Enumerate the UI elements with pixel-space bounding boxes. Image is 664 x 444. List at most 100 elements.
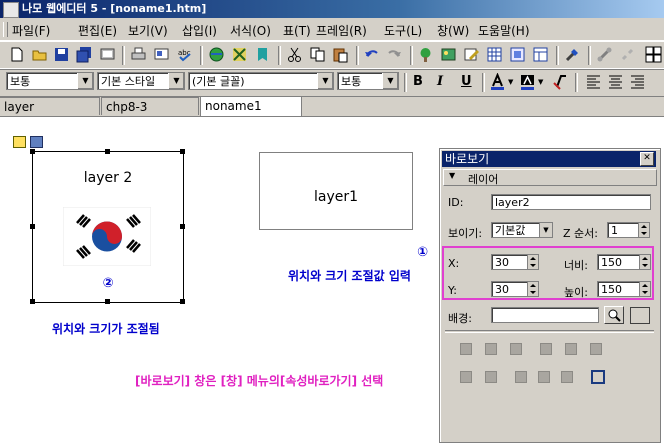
menu-frame[interactable]: 프레임(R)	[316, 22, 367, 39]
align-right-icon[interactable]	[629, 73, 646, 90]
grid-icon[interactable]	[645, 46, 662, 63]
resize-handle[interactable]	[105, 149, 110, 154]
font-size-select[interactable]: 보통 ▼	[337, 72, 399, 90]
link-icon[interactable]	[596, 46, 613, 63]
tab-chp8-3[interactable]: chp8-3	[101, 97, 199, 115]
print-icon[interactable]	[130, 46, 147, 63]
paste-icon[interactable]	[332, 46, 349, 63]
chevron-down-icon[interactable]: ▼	[538, 78, 543, 86]
insert-image-icon[interactable]	[440, 46, 457, 63]
spellcheck-icon[interactable]: abc	[176, 46, 193, 63]
bookmark-icon[interactable]	[254, 46, 271, 63]
browse-image-button[interactable]	[604, 306, 624, 324]
width-input[interactable]: 150	[597, 254, 651, 270]
height-input[interactable]: 150	[597, 281, 651, 297]
new-file-icon[interactable]	[8, 46, 25, 63]
distribute-horizontal-icon[interactable]	[460, 371, 472, 383]
menu-insert[interactable]: 삽입(I)	[182, 22, 217, 39]
chevron-down-icon[interactable]: ▼	[449, 171, 455, 180]
resize-handle[interactable]	[30, 149, 35, 154]
menu-help[interactable]: 도움말(H)	[478, 22, 530, 39]
insert-frame-icon[interactable]	[532, 46, 549, 63]
same-width-icon[interactable]	[515, 371, 527, 383]
open-folder-icon[interactable]	[31, 46, 48, 63]
visibility-select[interactable]: 기본값 ▼	[491, 222, 553, 238]
same-size-icon[interactable]	[561, 371, 573, 383]
align-horizontal-center-icon[interactable]	[510, 343, 522, 355]
preview-icon[interactable]	[153, 46, 170, 63]
background-input[interactable]	[491, 307, 599, 323]
align-center-icon[interactable]	[607, 73, 624, 90]
site-manager-icon[interactable]	[417, 46, 434, 63]
font-select[interactable]: (기본 글꼴) ▼	[188, 72, 334, 90]
properties-tool-icon[interactable]	[564, 46, 581, 63]
image-tool-icon[interactable]	[231, 46, 248, 63]
layer1-box[interactable]: layer1	[259, 152, 413, 230]
save-all-icon[interactable]	[76, 46, 93, 63]
menu-table[interactable]: 표(T)	[283, 22, 311, 39]
resize-handle[interactable]	[30, 299, 35, 304]
underline-button[interactable]: U	[461, 74, 472, 89]
align-right-edges-icon[interactable]	[485, 343, 497, 355]
spinner-icon[interactable]	[527, 282, 538, 296]
same-height-icon[interactable]	[538, 371, 550, 383]
menu-tools[interactable]: 도구(L)	[384, 22, 422, 39]
align-bottom-edges-icon[interactable]	[565, 343, 577, 355]
paragraph-format-select[interactable]: 보통 ▼	[6, 72, 94, 90]
edit-pen-icon[interactable]	[463, 46, 480, 63]
fit-layer-icon[interactable]	[591, 370, 605, 384]
bold-button[interactable]: B	[413, 74, 423, 89]
resize-handle[interactable]	[180, 224, 185, 229]
spinner-icon[interactable]	[639, 255, 650, 269]
chevron-down-icon[interactable]: ▼	[77, 73, 93, 89]
panel-section-header[interactable]: ▼ 레이어	[443, 169, 657, 186]
id-input[interactable]: layer2	[491, 194, 651, 210]
insert-table-icon[interactable]	[486, 46, 503, 63]
undo-icon[interactable]	[363, 46, 380, 63]
chevron-down-icon[interactable]: ▼	[382, 73, 398, 89]
tab-layer[interactable]: layer	[0, 97, 100, 115]
background-color-swatch[interactable]	[630, 307, 650, 324]
align-left-icon[interactable]	[585, 73, 602, 90]
chevron-down-icon[interactable]: ▼	[317, 73, 333, 89]
publish-icon[interactable]	[99, 46, 116, 63]
copy-icon[interactable]	[309, 46, 326, 63]
text-color-icon[interactable]	[489, 73, 506, 90]
italic-button[interactable]: I	[437, 74, 443, 89]
spinner-icon[interactable]	[638, 223, 649, 237]
z-order-input[interactable]: 1	[607, 222, 650, 238]
unlink-icon[interactable]	[619, 46, 636, 63]
layer-anchor-icon[interactable]	[13, 136, 26, 148]
cut-icon[interactable]	[286, 46, 303, 63]
resize-handle[interactable]	[180, 149, 185, 154]
tab-noname1[interactable]: noname1	[200, 96, 302, 116]
resize-handle[interactable]	[180, 299, 185, 304]
menu-edit[interactable]: 편집(E)	[78, 22, 117, 39]
chevron-down-icon[interactable]: ▼	[508, 78, 513, 86]
y-input[interactable]: 30	[491, 281, 539, 297]
redo-icon[interactable]	[386, 46, 403, 63]
chevron-down-icon[interactable]: ▼	[539, 223, 552, 237]
clear-format-icon[interactable]	[552, 73, 569, 90]
resize-handle[interactable]	[30, 224, 35, 229]
align-vertical-center-icon[interactable]	[590, 343, 602, 355]
resize-handle[interactable]	[105, 299, 110, 304]
distribute-vertical-icon[interactable]	[485, 371, 497, 383]
layer2-box[interactable]: layer 2 ②	[32, 151, 184, 303]
spinner-icon[interactable]	[527, 255, 538, 269]
align-left-edges-icon[interactable]	[460, 343, 472, 355]
chevron-down-icon[interactable]: ▼	[168, 73, 184, 89]
spinner-icon[interactable]	[639, 282, 650, 296]
menu-format[interactable]: 서식(O)	[230, 22, 271, 39]
browser-globe-icon[interactable]	[208, 46, 225, 63]
insert-layer-icon[interactable]	[509, 46, 526, 63]
close-icon[interactable]: ✕	[640, 152, 654, 166]
highlight-color-icon[interactable]	[519, 73, 536, 90]
align-top-edges-icon[interactable]	[540, 343, 552, 355]
menu-file[interactable]: 파일(F)	[12, 22, 50, 39]
menu-window[interactable]: 창(W)	[437, 22, 469, 39]
save-icon[interactable]	[53, 46, 70, 63]
layer-anchor-icon[interactable]	[30, 136, 43, 148]
menu-view[interactable]: 보기(V)	[128, 22, 168, 39]
x-input[interactable]: 30	[491, 254, 539, 270]
